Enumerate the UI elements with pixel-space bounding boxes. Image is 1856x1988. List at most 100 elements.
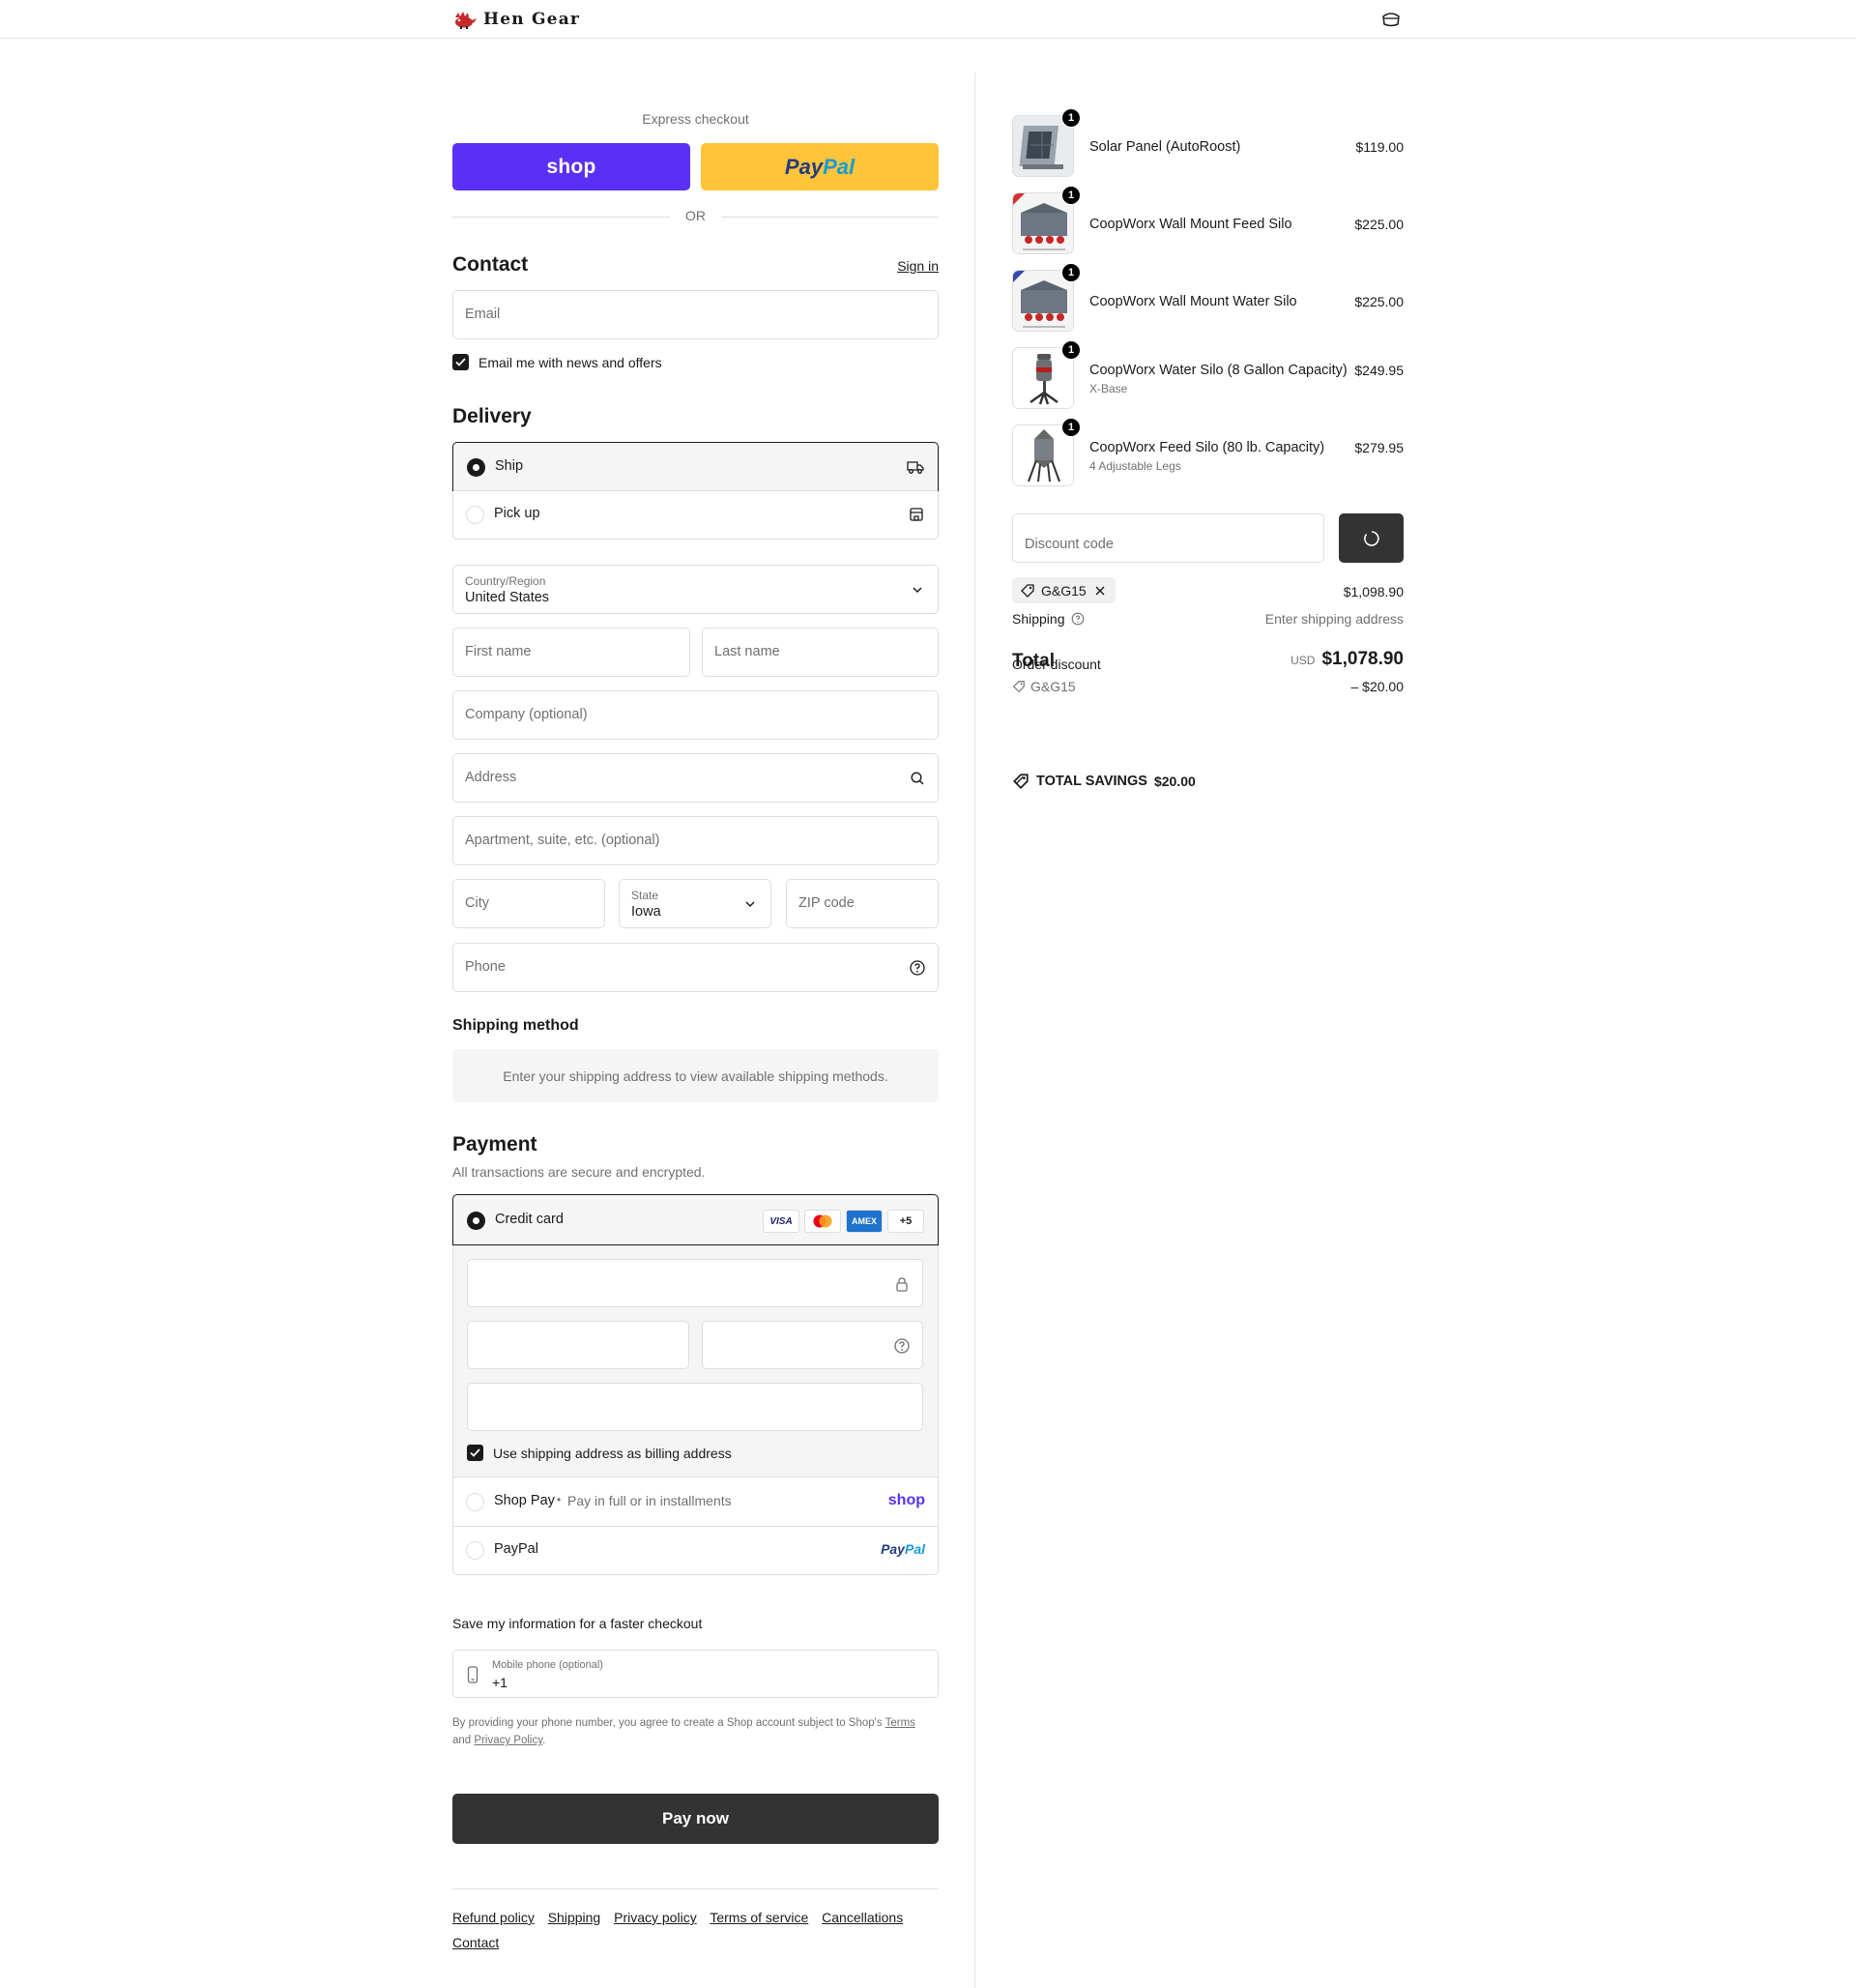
shipping-method-notice-text: Enter your shipping address to view avai… [503,1067,888,1084]
item-name: CoopWorx Wall Mount Feed Silo [1089,217,1292,232]
or-divider: OR [452,207,939,226]
pay-now-label: Pay now [662,1809,729,1827]
close-icon[interactable] [1094,585,1106,597]
footer-link-contact[interactable]: Contact [452,1935,499,1950]
privacy-policy-link[interactable]: Privacy Policy [474,1735,542,1746]
item-price: $225.00 [1354,217,1404,232]
country-select[interactable]: Country/Region United States [452,565,939,614]
zip-placeholder: ZIP code [798,895,855,911]
discount-code-field[interactable]: Discount code [1012,513,1324,563]
item-price: $249.95 [1354,363,1404,378]
phone-placeholder: Phone [465,959,506,975]
billing-same-label: Use shipping address as billing address [493,1445,732,1461]
footer-link-terms-of-service[interactable]: Terms of service [710,1910,808,1925]
email-placeholder: Email [465,307,501,322]
save-info-heading: Save my information for a faster checkou… [452,1616,703,1631]
paypal-express-button[interactable]: Pay Pal [701,143,939,190]
paypal-radio[interactable] [466,1541,484,1560]
loading-spinner-icon [1363,530,1379,546]
help-circle-icon[interactable] [909,959,926,977]
card-number-field[interactable] [467,1259,923,1307]
payment-options: Credit card VISA AMEX +5 Use shipping ad… [452,1194,939,1575]
visa-logo: VISA [763,1210,799,1233]
order-discount-label: Order discount [1012,657,1101,672]
footer-link-cancellations[interactable]: Cancellations [822,1910,903,1925]
billing-same-row[interactable]: Use shipping address as billing address [467,1445,732,1461]
last-name-field[interactable]: Last name [702,628,939,677]
item-price: $279.95 [1354,440,1404,455]
amex-logo: AMEX [846,1210,883,1233]
subtotal-value: $1,098.90 [1343,584,1404,599]
legal-text: By providing your phone number, you agre… [452,1717,883,1729]
shipping-row: Shipping [1012,611,1085,627]
item-variant: 4 Adjustable Legs [1089,459,1181,473]
footer-link-refund-policy[interactable]: Refund policy [452,1910,535,1925]
security-code-field[interactable] [702,1321,923,1369]
shop-pay-express-button[interactable]: shop [452,143,690,190]
payment-option-shop-pay[interactable]: Shop Pay • Pay in full or in installment… [453,1478,938,1527]
phone-field[interactable]: Phone [452,943,939,992]
apply-discount-button[interactable] [1339,513,1404,563]
item-price: $225.00 [1354,294,1404,309]
ship-label: Ship [495,458,524,474]
ship-radio[interactable] [467,458,485,477]
expiration-date-field[interactable] [467,1321,689,1369]
save-info-legal: By providing your phone number, you agre… [452,1714,939,1749]
more-cards-badge: +5 [887,1210,924,1233]
shop-pay-description: Pay in full or in installments [567,1493,732,1508]
city-field[interactable]: City [452,879,605,928]
paypal-logo: PayPal [881,1541,925,1557]
delivery-option-ship[interactable]: Ship [452,442,939,491]
header: Hen Gear [0,0,1856,39]
help-circle-icon[interactable] [1071,612,1085,626]
newsletter-checkbox-row[interactable]: Email me with news and offers [452,354,662,370]
credit-card-form: Use shipping address as billing address [453,1245,938,1477]
first-name-field[interactable]: First name [452,628,690,677]
payment-heading: Payment [452,1133,537,1155]
state-value: Iowa [631,904,661,920]
shop-pay-radio[interactable] [466,1493,484,1511]
item-name: Solar Panel (AutoRoost) [1089,139,1241,155]
cart-icon[interactable] [1381,11,1401,28]
state-select[interactable]: State Iowa [619,879,771,928]
zip-field[interactable]: ZIP code [786,879,939,928]
apartment-field[interactable]: Apartment, suite, etc. (optional) [452,816,939,865]
item-price: $119.00 [1355,139,1404,155]
mobile-phone-field[interactable]: Mobile phone (optional) +1 [452,1650,939,1698]
pickup-radio[interactable] [466,506,484,524]
quantity-badge: 1 [1061,418,1081,437]
logo[interactable]: Hen Gear [452,8,580,31]
search-icon [911,772,924,785]
company-field[interactable]: Company (optional) [452,690,939,740]
footer-link-privacy-policy[interactable]: Privacy policy [614,1910,697,1925]
tag-icon [1013,774,1029,789]
payment-option-paypal[interactable]: PayPal PayPal [453,1527,938,1575]
mastercard-circles-icon [813,1214,832,1228]
terms-link[interactable]: Terms [885,1717,915,1729]
hen-icon [455,12,477,29]
name-on-card-field[interactable] [467,1383,923,1431]
newsletter-checkbox[interactable] [452,354,469,370]
total-value: $1,078.90 [1321,649,1404,669]
payment-option-credit-card[interactable]: Credit card VISA AMEX +5 [452,1194,939,1245]
sign-in-link[interactable]: Sign in [897,258,939,274]
email-field[interactable]: Email [452,290,939,339]
state-label: State [631,889,659,902]
brand-name: Hen Gear [483,10,581,29]
contact-heading: Contact [452,253,529,276]
pay-now-button[interactable]: Pay now [452,1794,939,1844]
delivery-option-pickup[interactable]: Pick up [453,491,938,540]
billing-same-checkbox[interactable] [467,1445,483,1461]
paypal-logo-pay: Pay [881,1541,905,1557]
help-circle-icon[interactable] [893,1337,911,1355]
shipping-method-heading: Shipping method [452,1017,579,1034]
first-name-placeholder: First name [465,644,532,659]
quantity-badge: 1 [1061,108,1081,128]
item-name: CoopWorx Water Silo (8 Gallon Capacity) [1089,363,1348,378]
footer-link-shipping[interactable]: Shipping [548,1910,601,1925]
footer-divider [452,1888,939,1889]
discount-code-label: G&G15 [1030,679,1076,694]
address-field[interactable]: Address [452,753,939,803]
applied-code: G&G15 [1041,582,1087,599]
credit-card-radio[interactable] [467,1212,485,1230]
